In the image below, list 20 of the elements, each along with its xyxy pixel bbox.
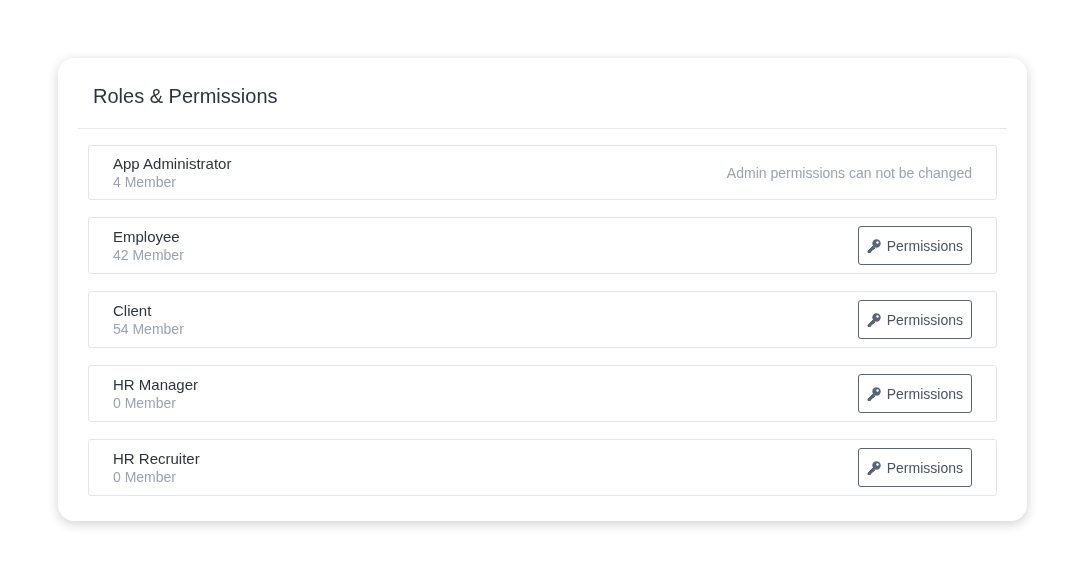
member-count: 54 Member [113,319,184,339]
key-icon [866,238,881,253]
role-name: HR Recruiter [113,448,200,468]
role-name: HR Manager [113,374,199,394]
permissions-button[interactable]: Permissions [857,226,972,265]
role-name: Client [113,300,153,320]
key-icon [866,386,881,401]
key-icon [866,460,881,475]
member-count: 42 Member [113,245,184,265]
locked-note: Admin permissions can not be changed [726,164,972,181]
role-name: Employee [113,226,181,246]
permissions-button[interactable]: Permissions [857,300,972,339]
card-title: Roles & Permissions [78,58,1007,129]
member-count: 0 Member [113,393,178,413]
member-count: 4 Member [113,172,178,192]
permissions-button[interactable]: Permissions [857,374,972,413]
role-name: App Administrator [113,153,232,173]
permissions-button[interactable]: Permissions [857,448,972,487]
member-count: 0 Member [113,467,178,487]
key-icon [866,312,881,327]
